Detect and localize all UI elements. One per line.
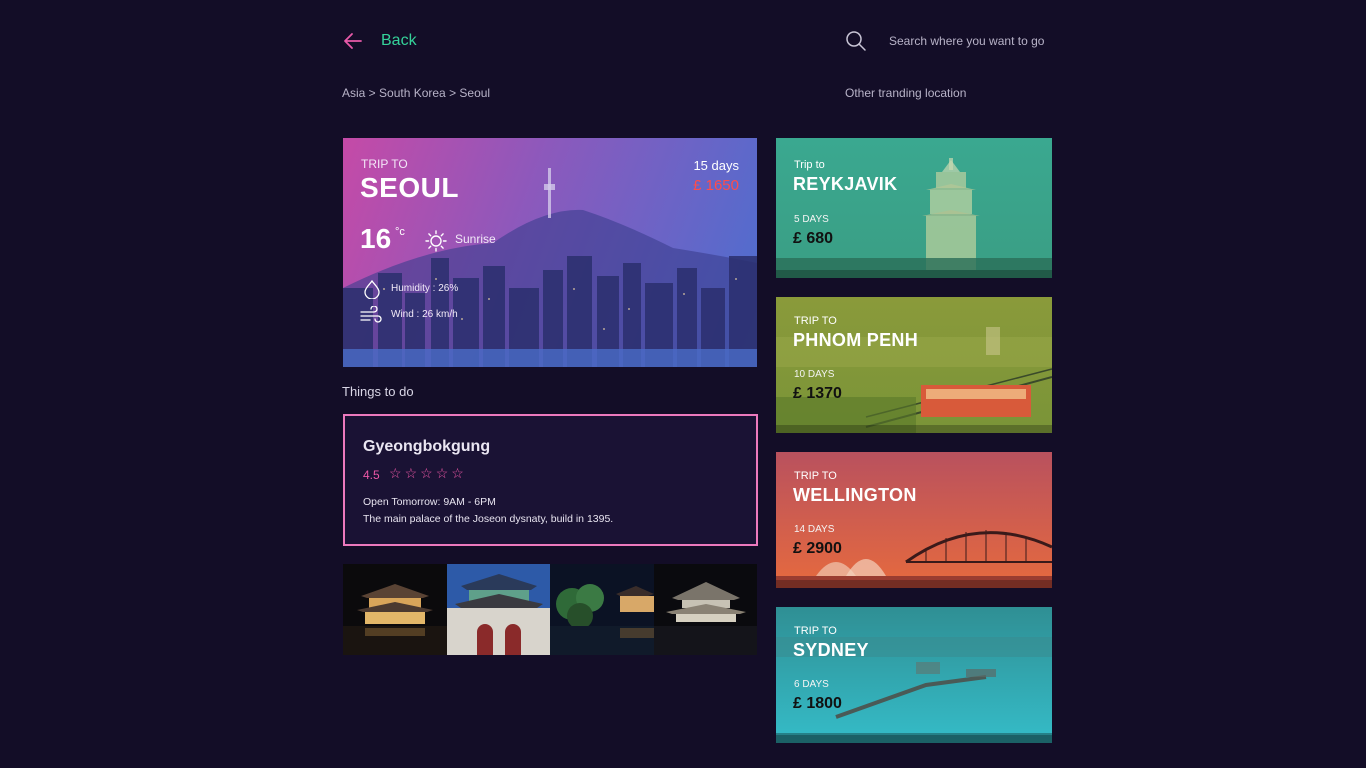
trip-label: TRIP TO [794, 625, 837, 637]
humidity-drop-icon [364, 279, 380, 299]
trip-price: £ 2900 [793, 540, 842, 557]
wind-icon [360, 306, 382, 323]
back-button[interactable]: Back [342, 30, 417, 52]
weather-condition: Sunrise [455, 232, 496, 246]
star-icon: ☆ [420, 465, 433, 481]
card-footer-strip [776, 735, 1052, 743]
trip-card-wellington[interactable]: TRIP TO WELLINGTON 14 DAYS £ 2900 [776, 452, 1052, 588]
trip-city: PHNOM PENH [793, 330, 919, 350]
trip-card-sydney[interactable]: TRIP TO SYDNEY 6 DAYS £ 1800 [776, 607, 1052, 743]
arrow-left-icon [344, 33, 362, 49]
city-name: SEOUL [360, 172, 459, 203]
back-label: Back [381, 32, 417, 49]
trip-days: 14 DAYS [794, 524, 835, 535]
wind-text: Wind : 26 km/h [391, 309, 458, 320]
star-icon: ☆ [435, 465, 449, 481]
trip-days: 15 days [693, 158, 739, 173]
trip-price: £ 1370 [793, 385, 842, 402]
hero-card-seoul[interactable]: TRIP TO SEOUL 15 days £ 1650 16 °c Sunri… [343, 138, 757, 367]
card-footer-strip [776, 425, 1052, 433]
search-bar[interactable]: Search where you want to go [845, 30, 1044, 52]
other-locations-heading: Other tranding location [845, 86, 967, 100]
trip-label: TRIP TO [361, 157, 408, 171]
star-icon: ☆ [451, 465, 464, 481]
breadcrumb: Asia > South Korea > Seoul [342, 86, 491, 100]
attraction-card[interactable]: Gyeongbokgung 4.5 ☆ ☆ ☆ ☆ ☆ Open Tomorro… [343, 414, 758, 546]
trip-price: £ 680 [793, 230, 834, 247]
attraction-name: Gyeongbokgung [363, 438, 491, 455]
gallery-photo[interactable] [653, 564, 757, 655]
trip-city: REYKJAVIK [793, 174, 898, 194]
trip-card-phnom-penh[interactable]: TRIP TO PHNOM PENH 10 DAYS £ 1370 [776, 297, 1052, 433]
search-input[interactable]: Search where you want to go [889, 34, 1044, 48]
trip-label: TRIP TO [794, 315, 837, 327]
trip-price: £ 1650 [693, 177, 739, 194]
card-footer-strip [776, 270, 1052, 278]
trip-card-reykjavik[interactable]: Trip to REYKJAVIK 5 DAYS £ 680 [776, 138, 1052, 278]
temperature-unit: °c [395, 226, 405, 238]
star-icon: ☆ [389, 465, 402, 481]
trip-days: 5 DAYS [794, 214, 829, 225]
trip-days: 10 DAYS [794, 369, 835, 380]
attraction-hours: Open Tomorrow: 9AM - 6PM [363, 496, 496, 508]
attraction-rating: 4.5 [363, 468, 380, 482]
star-icon: ☆ [404, 465, 418, 481]
trip-city: SYDNEY [793, 640, 869, 660]
gallery-photo[interactable] [550, 564, 654, 655]
attraction-description: The main palace of the Joseon dysnaty, b… [363, 513, 614, 525]
trip-city: WELLINGTON [793, 485, 917, 505]
trip-days: 6 DAYS [794, 679, 829, 690]
photo-gallery [343, 564, 757, 655]
search-icon[interactable] [845, 30, 867, 52]
humidity-text: Humidity : 26% [391, 283, 459, 294]
temperature: 16 [360, 223, 392, 254]
rating-stars: ☆ ☆ ☆ ☆ ☆ [389, 465, 464, 482]
gallery-photo[interactable] [446, 564, 550, 655]
gallery-photo[interactable] [343, 564, 447, 655]
trip-label: Trip to [794, 159, 825, 171]
sun-icon [425, 230, 447, 252]
card-footer-strip [776, 580, 1052, 588]
trip-price: £ 1800 [793, 695, 842, 712]
things-to-do-heading: Things to do [342, 384, 414, 399]
trip-label: TRIP TO [794, 470, 837, 482]
